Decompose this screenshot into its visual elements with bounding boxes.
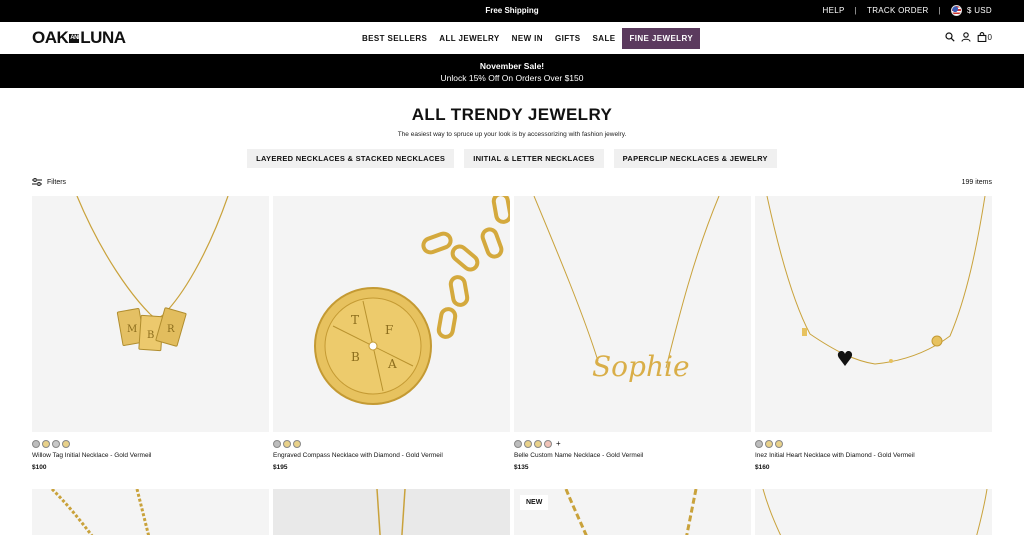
filter-icon	[32, 178, 42, 186]
compass-letter: F	[385, 323, 393, 337]
swatch[interactable]	[62, 439, 70, 448]
logo[interactable]: OAK ANDLUNA	[32, 28, 126, 48]
product-card[interactable]	[755, 489, 992, 535]
tag-letter: M	[127, 324, 137, 335]
main-nav: BEST SELLERS ALL JEWELRY NEW IN GIFTS SA…	[357, 28, 702, 49]
product-image	[762, 489, 988, 535]
new-badge: NEW	[520, 495, 549, 510]
logo-and: AND	[69, 34, 82, 44]
product-card[interactable]	[273, 489, 510, 535]
name-necklace-illustration: Sophie	[533, 196, 720, 383]
swatch[interactable]	[775, 439, 783, 448]
sale-title: November Sale!	[479, 61, 545, 71]
us-flag-icon[interactable]	[950, 5, 962, 16]
logo-oak: OAK	[32, 28, 69, 47]
more-colors[interactable]: +	[556, 439, 561, 448]
swatch[interactable]	[765, 439, 773, 448]
product-price: $135	[514, 464, 529, 471]
search-icon[interactable]	[944, 32, 955, 42]
tag-necklace-illustration: M B R	[76, 196, 229, 352]
product-name[interactable]: Engraved Compass Necklace with Diamond -…	[273, 452, 510, 459]
sale-banner[interactable]: November Sale! Unlock 15% Off On Orders …	[0, 54, 1024, 88]
logo-luna: LUNA	[80, 28, 126, 47]
swatch[interactable]	[293, 439, 301, 448]
product-name[interactable]: Inez Initial Heart Necklace with Diamond…	[755, 452, 992, 459]
swatch[interactable]	[283, 439, 291, 448]
swatch[interactable]	[514, 439, 522, 448]
item-count: 199 items	[961, 179, 992, 186]
product-card[interactable]: Inez Initial Heart Necklace with Diamond…	[755, 196, 992, 471]
sale-text: Unlock 15% Off On Orders Over $150	[440, 73, 584, 83]
category-pills: LAYERED NECKLACES & STACKED NECKLACES IN…	[0, 149, 1024, 168]
nav-fine-jewelry[interactable]: FINE JEWELRY	[622, 28, 701, 49]
compass-letter: A	[387, 357, 397, 371]
nav-sale[interactable]: SALE	[588, 29, 621, 48]
pill-layered-necklaces[interactable]: LAYERED NECKLACES & STACKED NECKLACES	[247, 149, 455, 168]
product-card[interactable]	[32, 489, 269, 535]
product-price: $160	[755, 464, 770, 471]
header-icons: 0	[944, 32, 992, 42]
compass-necklace-illustration: T F A B	[314, 196, 510, 405]
tag-letter: R	[167, 324, 175, 335]
page-subtitle: The easiest way to spruce up your look i…	[397, 131, 627, 138]
account-icon[interactable]	[960, 32, 971, 42]
bag-icon[interactable]: 0	[977, 32, 992, 42]
product-name[interactable]: Belle Custom Name Necklace - Gold Vermei…	[514, 452, 751, 459]
product-card[interactable]: M B R Willow Tag Initial Necklace - Gold…	[32, 196, 269, 471]
product-image	[564, 489, 698, 535]
heart-necklace-illustration	[766, 196, 986, 366]
product-card[interactable]: Sophie + Belle Custom Name Necklace - Go…	[514, 196, 751, 471]
script-name: Sophie	[592, 350, 690, 383]
product-image[interactable]: Sophie	[514, 196, 751, 432]
product-card[interactable]: NEW	[514, 489, 751, 535]
product-card[interactable]: T F A B Engraved Compass Necklace with D…	[273, 196, 510, 471]
page-title: ALL TRENDY JEWELRY	[411, 105, 613, 124]
swatch[interactable]	[524, 439, 532, 448]
color-swatches	[273, 439, 510, 448]
utility-links: HELP | TRACK ORDER | $ USD	[823, 5, 992, 16]
swatch[interactable]	[273, 439, 281, 448]
currency-selector[interactable]: $ USD	[967, 6, 992, 15]
separator: |	[938, 6, 941, 15]
product-image	[50, 489, 151, 535]
separator: |	[854, 6, 858, 15]
nav-gifts[interactable]: GIFTS	[550, 29, 586, 48]
compass-letter: B	[351, 350, 360, 364]
color-swatches: +	[514, 439, 751, 448]
product-price: $195	[273, 464, 288, 471]
swatch[interactable]	[755, 439, 763, 448]
help-link[interactable]: HELP	[823, 6, 845, 15]
filters-button[interactable]: Filters	[32, 178, 66, 186]
nav-new-in[interactable]: NEW IN	[507, 29, 548, 48]
tag-letter: B	[147, 330, 154, 341]
swatch[interactable]	[52, 439, 60, 448]
product-name[interactable]: Willow Tag Initial Necklace - Gold Verme…	[32, 452, 269, 459]
swatch[interactable]	[544, 439, 552, 448]
nav-best-sellers[interactable]: BEST SELLERS	[357, 29, 432, 48]
product-image[interactable]: M B R	[32, 196, 269, 432]
swatch[interactable]	[534, 439, 542, 448]
pill-initial-letter-necklaces[interactable]: INITIAL & LETTER NECKLACES	[464, 149, 604, 168]
swatch[interactable]	[32, 439, 40, 448]
announcement-bar: Free Shipping HELP | TRACK ORDER | $ USD	[0, 0, 1024, 22]
color-swatches	[755, 439, 992, 448]
main-header: OAK ANDLUNA BEST SELLERS ALL JEWELRY NEW …	[0, 22, 1024, 54]
color-swatches	[32, 439, 269, 448]
product-image	[376, 489, 406, 535]
product-price: $100	[32, 464, 47, 471]
product-image[interactable]: T F A B	[273, 196, 510, 432]
product-image[interactable]	[755, 196, 992, 432]
compass-letter: T	[351, 313, 359, 327]
filters-label: Filters	[47, 178, 67, 186]
cart-count: 0	[987, 32, 992, 42]
track-order-link[interactable]: TRACK ORDER	[867, 6, 929, 15]
pill-paperclip-necklaces[interactable]: PAPERCLIP NECKLACES & JEWELRY	[613, 149, 777, 168]
nav-all-jewelry[interactable]: ALL JEWELRY	[434, 29, 504, 48]
swatch[interactable]	[42, 439, 50, 448]
